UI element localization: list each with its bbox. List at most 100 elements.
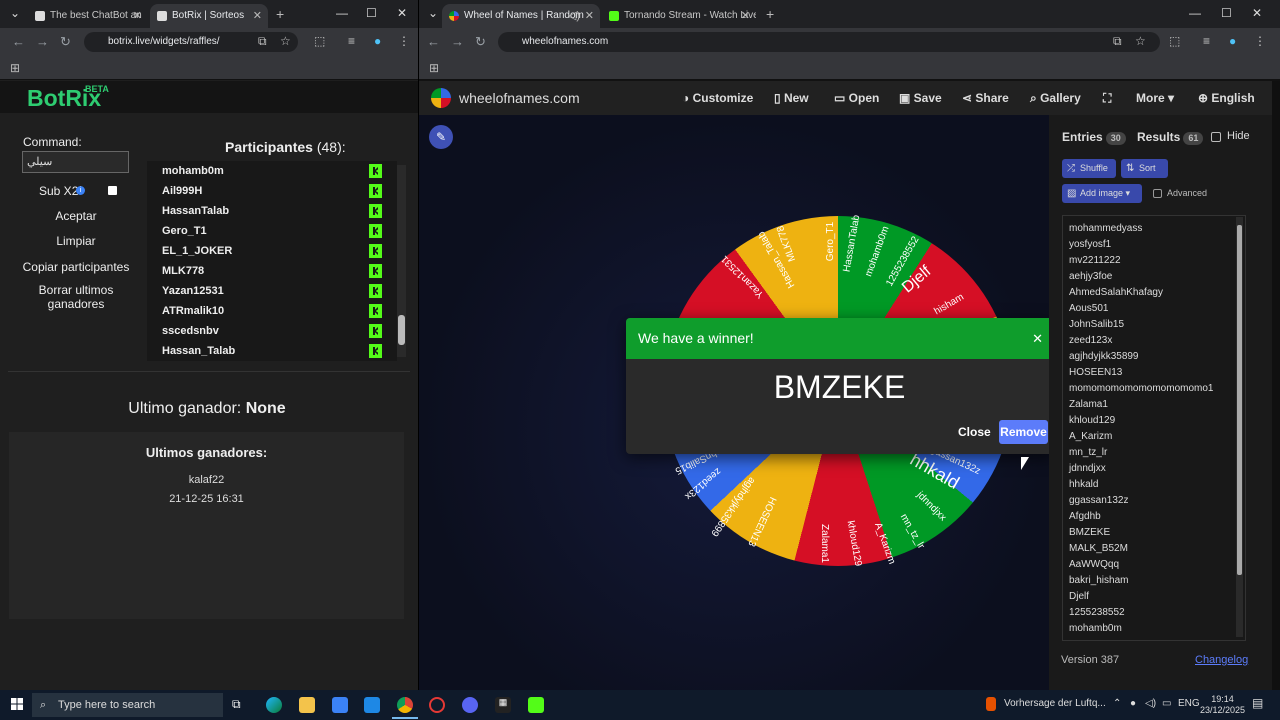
dialog-close-icon[interactable]: ✕ xyxy=(1032,318,1043,359)
back-icon[interactable]: ← xyxy=(427,34,440,49)
profile-icon[interactable]: ● xyxy=(1229,34,1236,48)
page-scrollbar[interactable] xyxy=(1272,81,1280,690)
tray-chevron-icon[interactable]: ⌃ xyxy=(1113,698,1121,709)
reload-icon[interactable]: ↻ xyxy=(475,34,486,50)
gallery-menu[interactable]: ⌕ Gallery xyxy=(1030,91,1081,106)
bookmark-star-icon[interactable]: ☆ xyxy=(1135,34,1146,48)
extensions-icon[interactable]: ⬚ xyxy=(314,34,325,48)
language-menu[interactable]: ⊕ English xyxy=(1198,91,1255,105)
entries-scrollbar[interactable] xyxy=(1236,217,1243,637)
minimize-icon[interactable]: — xyxy=(336,6,348,20)
speaker-icon[interactable]: ◁) xyxy=(1145,698,1156,709)
menu-dots-icon[interactable]: ⋮ xyxy=(398,34,410,48)
shuffle-button[interactable]: ⤮ Shuffle xyxy=(1062,159,1116,178)
maximize-icon[interactable]: ☐ xyxy=(366,6,377,20)
store-icon[interactable] xyxy=(332,697,348,713)
tab-search-icon[interactable]: ⌄ xyxy=(10,6,20,20)
tab-chatbot[interactable]: The best ChatBot an ✕ xyxy=(28,4,148,28)
tab-botrix[interactable]: BotRix | Sorteos ✕ xyxy=(150,4,268,28)
notifications-icon[interactable]: ▤ xyxy=(1252,696,1263,710)
command-input[interactable]: سيلي xyxy=(22,151,129,173)
save-menu[interactable]: ▣ Save xyxy=(899,91,942,105)
sub-x2-checkbox[interactable] xyxy=(108,186,117,195)
discord-icon[interactable] xyxy=(462,697,478,713)
tab-wheel-of-names[interactable]: Wheel of Names | Random ◁) ✕ xyxy=(442,4,600,28)
new-tab-icon[interactable]: + xyxy=(276,4,284,24)
clock[interactable]: 19:14 23/12/2025 xyxy=(1200,694,1245,716)
changelog-link[interactable]: Changelog xyxy=(1195,654,1248,666)
close-tab-icon[interactable]: ✕ xyxy=(253,4,262,28)
forward-icon[interactable]: → xyxy=(451,34,464,49)
hide-checkbox[interactable] xyxy=(1211,132,1221,142)
scrollbar-thumb[interactable] xyxy=(1237,225,1242,575)
info-icon[interactable]: i xyxy=(76,186,85,195)
forward-icon[interactable]: → xyxy=(36,34,49,49)
language-indicator[interactable]: ENG xyxy=(1178,698,1200,709)
apps-grid-icon[interactable]: ⊞ xyxy=(429,61,439,75)
windows-start-icon[interactable] xyxy=(11,698,23,710)
url-text: wheelofnames.com xyxy=(522,36,609,47)
won-site-title[interactable]: wheelofnames.com xyxy=(459,90,580,106)
entries-textarea[interactable]: mohammedyass yosfyosf1 mv2211222 aehjy3foe A… xyxy=(1062,215,1246,641)
advanced-checkbox[interactable] xyxy=(1153,189,1162,198)
kick-app-icon[interactable] xyxy=(528,697,544,713)
close-tab-icon[interactable]: ✕ xyxy=(133,4,142,28)
mic-icon[interactable]: ● xyxy=(1130,698,1136,709)
back-icon[interactable]: ← xyxy=(12,34,25,49)
weather-icon[interactable] xyxy=(986,697,996,711)
task-view-icon[interactable]: ⧉ xyxy=(232,697,248,713)
tab-search-icon[interactable]: ⌄ xyxy=(428,6,438,20)
add-image-button[interactable]: ▨ Add image ▾ xyxy=(1062,184,1142,203)
more-menu[interactable]: More ▾ xyxy=(1136,91,1174,105)
share-menu[interactable]: ⋖ Share xyxy=(962,91,1009,105)
open-menu[interactable]: ▭ Open xyxy=(834,91,879,105)
media-icon[interactable]: ≡ xyxy=(1203,34,1210,48)
edit-pencil-icon[interactable]: ✎ xyxy=(429,125,453,149)
bookmark-star-icon[interactable]: ☆ xyxy=(280,34,291,48)
close-window-icon[interactable]: ✕ xyxy=(1252,6,1262,20)
new-tab-icon[interactable]: + xyxy=(766,4,774,24)
copy-participants-button[interactable]: Copiar participantes xyxy=(22,260,130,274)
close-window-icon[interactable]: ✕ xyxy=(397,6,407,20)
delete-winners-button[interactable]: Borrar ultimos ganadores xyxy=(28,283,124,311)
aceptar-button[interactable]: Aceptar xyxy=(22,209,130,223)
capcut-icon[interactable]: ▦ xyxy=(495,697,511,713)
file-explorer-icon[interactable] xyxy=(299,697,315,713)
apps-grid-icon[interactable]: ⊞ xyxy=(10,61,20,75)
won-header: wheelofnames.com ◑ Customize ▯ New ▭ Ope… xyxy=(419,81,1272,115)
translate-icon[interactable]: ⧉ xyxy=(1113,34,1122,49)
close-tab-icon[interactable]: ✕ xyxy=(585,4,594,28)
mail-icon[interactable] xyxy=(364,697,380,713)
weather-text[interactable]: Vorhersage der Luftq... xyxy=(1004,698,1106,709)
profile-icon[interactable]: ● xyxy=(374,34,381,48)
tab-entries[interactable]: Entries 30 xyxy=(1062,130,1126,145)
media-icon[interactable]: ≡ xyxy=(348,34,355,48)
extensions-icon[interactable]: ⬚ xyxy=(1169,34,1180,48)
minimize-icon[interactable]: — xyxy=(1189,6,1201,20)
new-menu[interactable]: ▯ New xyxy=(774,91,809,105)
fullscreen-icon[interactable]: ⛶ xyxy=(1103,91,1111,106)
edge-icon[interactable] xyxy=(266,697,282,713)
scrollbar-thumb[interactable] xyxy=(398,315,405,345)
chrome-icon[interactable] xyxy=(397,697,413,713)
tab-results[interactable]: Results 61 xyxy=(1137,130,1204,145)
taskbar-search[interactable]: ⌕ Type here to search xyxy=(32,693,223,717)
maximize-icon[interactable]: ☐ xyxy=(1221,6,1232,20)
menu-dots-icon[interactable]: ⋮ xyxy=(1254,34,1266,48)
url-field[interactable]: wheelofnames.com xyxy=(498,32,1160,52)
audio-icon[interactable]: ◁) xyxy=(568,4,580,28)
close-tab-icon[interactable]: ✕ xyxy=(741,4,750,28)
close-button[interactable]: Close xyxy=(958,425,991,439)
translate-icon[interactable]: ⧉ xyxy=(258,34,267,49)
tab-tornando-stream[interactable]: Tornando Stream - Watch Live ✕ xyxy=(602,4,756,28)
opera-icon[interactable] xyxy=(429,697,445,713)
won-logo-icon[interactable] xyxy=(431,88,451,108)
network-icon[interactable]: ▭ xyxy=(1162,698,1171,709)
participants-list[interactable]: mohamb0m Ail999H HassanTalab Gero_T1 EL_… xyxy=(147,161,397,361)
remove-button[interactable]: Remove xyxy=(999,420,1048,444)
limpiar-button[interactable]: Limpiar xyxy=(22,234,130,248)
participants-scrollbar[interactable] xyxy=(397,165,406,357)
sort-button[interactable]: ⇅ Sort xyxy=(1121,159,1168,178)
customize-menu[interactable]: ◑ Customize xyxy=(682,91,753,105)
reload-icon[interactable]: ↻ xyxy=(60,34,71,50)
